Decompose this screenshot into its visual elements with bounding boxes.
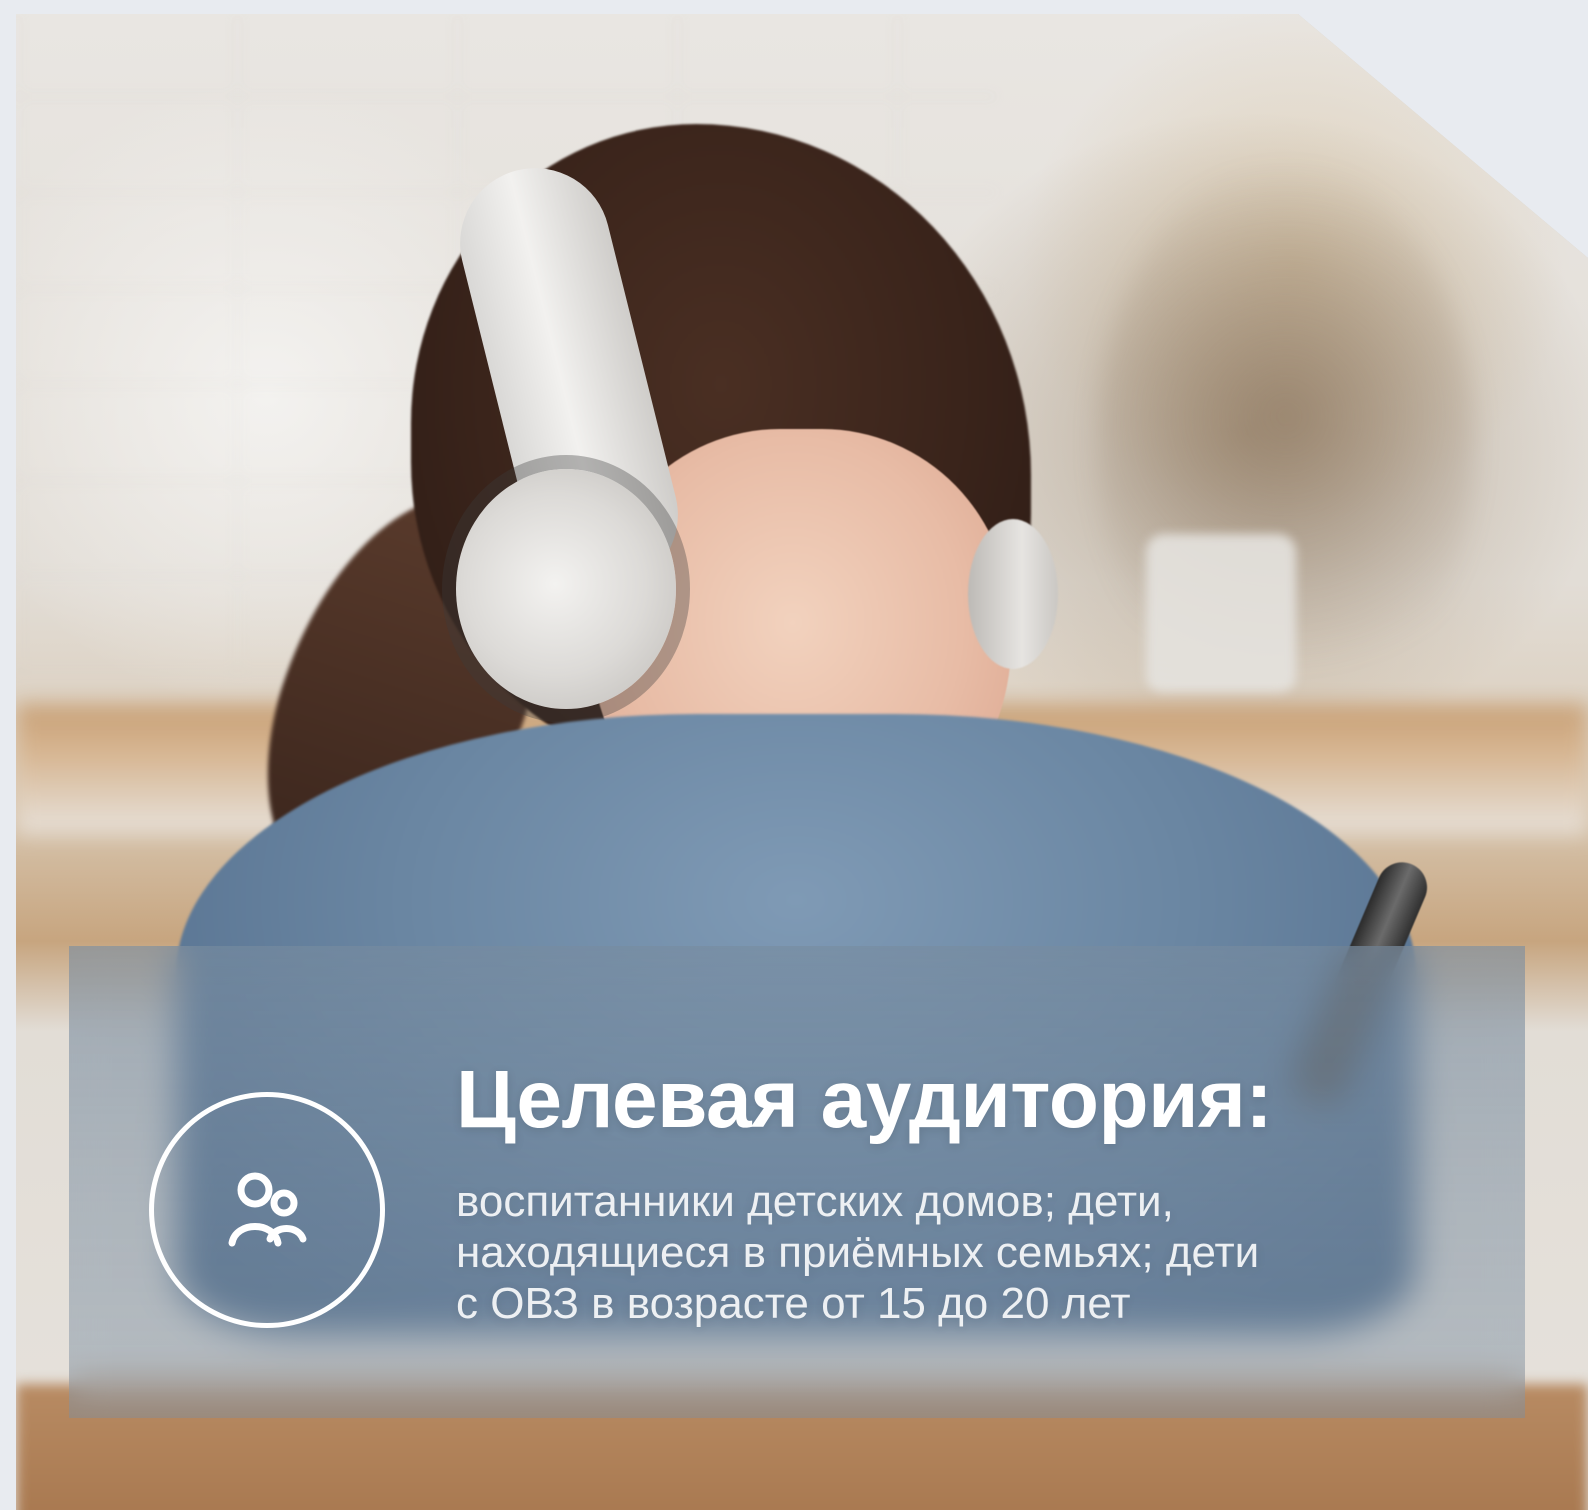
people-icon (228, 1172, 307, 1247)
headphones-earcup-right (968, 519, 1058, 669)
description: воспитанники детских домов; дети, находя… (456, 1176, 1466, 1329)
audience-icon-circle (149, 1092, 385, 1328)
background-vase (1146, 534, 1296, 694)
headphones-earcup-left (456, 469, 676, 709)
title: Целевая аудитория: (456, 1054, 1273, 1145)
description-line-3: с ОВЗ в возрасте от 15 до 20 лет (456, 1279, 1131, 1329)
description-line-2: находящиеся в приёмных семьях; дети (456, 1228, 1260, 1278)
description-line-1: воспитанники детских домов; дети, (456, 1177, 1174, 1226)
